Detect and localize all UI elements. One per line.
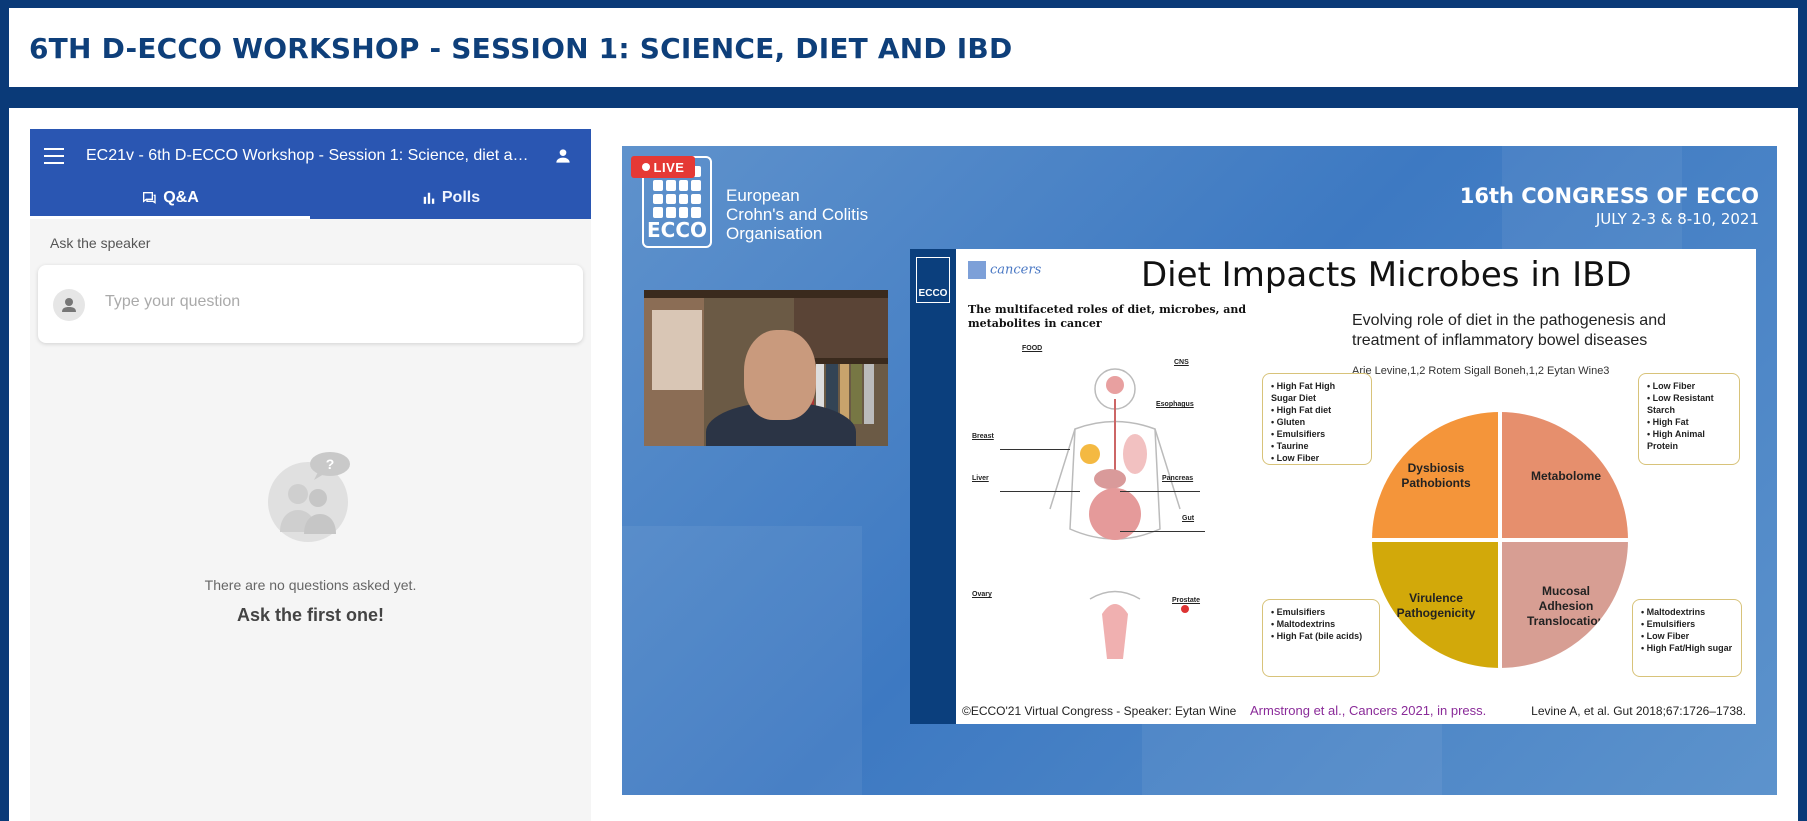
ibd-factor-wheel: Dysbiosis Pathobionts Metabolome Virulen…: [1372, 412, 1628, 668]
wheel-segment-mucosal: Mucosal Adhesion Translocation: [1502, 542, 1628, 668]
question-input[interactable]: [105, 293, 555, 311]
factor-box-bottom-right: Maltodextrins Emulsifiers Low Fiber High…: [1632, 599, 1742, 677]
organ-connector: [1000, 491, 1080, 492]
factor-box-top-right: Low Fiber Low Resistant Starch High Fat …: [1638, 373, 1740, 465]
page-header: 6TH D-ECCO WORKSHOP - SESSION 1: SCIENCE…: [9, 8, 1798, 87]
slide-footer-reference: Armstrong et al., Cancers 2021, in press…: [1250, 703, 1487, 718]
organ-connector: [1120, 491, 1200, 492]
profile-icon[interactable]: [553, 146, 573, 166]
factor-box-bottom-left: Emulsifiers Maltodextrins High Fat (bile…: [1262, 599, 1380, 677]
active-tab-indicator: [30, 216, 310, 219]
slide-ecco-logo: ECCO: [916, 257, 950, 303]
factor-box-top-left: High Fat High Sugar Diet High Fat diet G…: [1262, 373, 1372, 465]
live-dot-icon: [641, 163, 650, 171]
empty-state-cta: Ask the first one!: [236, 605, 385, 625]
organ-connector: [1120, 531, 1205, 532]
qa-panel-header: EC21v - 6th D-ECCO Workshop - Session 1:…: [30, 129, 591, 219]
organ-connector: [1000, 449, 1070, 450]
organ-label: Ovary: [972, 591, 992, 598]
wheel-segment-dysbiosis: Dysbiosis Pathobionts: [1372, 412, 1500, 540]
organ-label: FOOD: [1022, 345, 1043, 352]
paper2-title: Evolving role of diet in the pathogenesi…: [1352, 312, 1666, 349]
organ-label: Pancreas: [1162, 475, 1194, 482]
wheel-segment-virulence: Virulence Pathogenicity: [1372, 542, 1500, 668]
journal-logo: cancers: [968, 261, 1041, 279]
bar-chart-icon: [423, 192, 435, 204]
slide-footer-citation: Levine A, et al. Gut 2018;67:1726–1738.: [1531, 704, 1746, 718]
chat-icon: [143, 192, 156, 204]
organ-label: CNS: [1174, 359, 1189, 366]
tab-qa-label: Q&A: [163, 189, 199, 206]
empty-state-text: There are no questions asked yet.: [204, 577, 417, 593]
user-icon: [62, 298, 76, 312]
ask-speaker-label: Ask the speaker: [50, 235, 151, 251]
ecco-logo-text: ECCO: [646, 218, 708, 242]
question-box: [38, 265, 583, 343]
avatar: [53, 289, 85, 321]
congress-date: JULY 2-3 & 8-10, 2021: [1595, 210, 1759, 228]
live-label: LIVE: [653, 159, 685, 175]
wheel-segment-metabolome: Metabolome: [1502, 412, 1628, 540]
slide-title: Diet Impacts Microbes in IBD: [1141, 255, 1632, 295]
congress-title: 16th CONGRESS OF ECCO: [1459, 184, 1759, 208]
tab-qa[interactable]: Q&A: [30, 177, 310, 219]
organ-label: Prostate: [1172, 597, 1201, 604]
video-player[interactable]: ECCO LIVE European Crohn's and Colitis O…: [622, 146, 1777, 795]
tab-polls[interactable]: Polls: [311, 177, 591, 219]
menu-icon[interactable]: [44, 148, 64, 164]
speaker-video: [644, 290, 888, 446]
organ-label: Gut: [1182, 515, 1195, 522]
slide-sidebar: ECCO: [910, 249, 956, 724]
svg-text:?: ?: [326, 456, 335, 472]
slide-footer-credit: ©ECCO'21 Virtual Congress - Speaker: Eyt…: [962, 704, 1237, 718]
live-badge: LIVE: [631, 156, 695, 178]
paper2-authors: Arie Levine,1,2 Rotem Sigall Boneh,1,2 E…: [1352, 365, 1610, 377]
speaker-head: [744, 330, 816, 420]
paper1-title: The multifaceted roles of diet, microbes…: [968, 303, 1247, 330]
organ-label: Esophagus: [1156, 401, 1194, 408]
page-title: 6TH D-ECCO WORKSHOP - SESSION 1: SCIENCE…: [29, 32, 1013, 65]
qa-panel-title: EC21v - 6th D-ECCO Workshop - Session 1:…: [86, 147, 534, 164]
organisation-name: European Crohn's and Colitis Organisatio…: [726, 186, 869, 243]
background-tile: [622, 526, 862, 795]
organ-label: Breast: [972, 433, 994, 440]
qa-panel: EC21v - 6th D-ECCO Workshop - Session 1:…: [30, 129, 591, 821]
organ-label: Liver: [972, 475, 989, 482]
tab-polls-label: Polls: [441, 189, 481, 206]
human-body-diagram: [1049, 368, 1189, 659]
wheel-divider: [1372, 538, 1628, 542]
no-questions-icon: ?: [268, 452, 350, 542]
presentation-slide: ECCO cancers Diet Impacts Microbes in IB…: [910, 249, 1756, 724]
